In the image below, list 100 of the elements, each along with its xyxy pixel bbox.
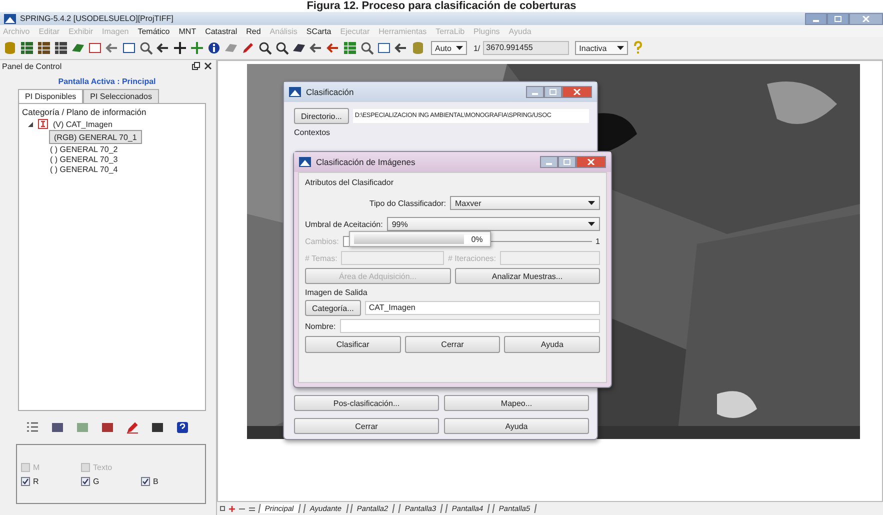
dropdown-arrow-icon (588, 222, 595, 226)
iterations-field[interactable] (500, 251, 600, 265)
classifier-label: Tipo do Classificador: (369, 198, 446, 208)
minimize-button[interactable] (805, 12, 827, 24)
panel-tab[interactable]: PI Disponibles (18, 89, 84, 103)
active-screen-label: Pantalla Activa : Principal (57, 77, 157, 86)
maximize-icon (563, 159, 571, 165)
classifier-dropdown[interactable]: Maxver (450, 196, 600, 210)
close-button[interactable] (849, 12, 883, 24)
scale-label: 1/ (473, 44, 480, 52)
zoom-icon[interactable] (360, 41, 374, 55)
minus-icon[interactable] (239, 506, 245, 512)
close-icon[interactable] (204, 62, 212, 70)
channel-label: G (93, 476, 100, 486)
minimize-button[interactable] (540, 156, 558, 168)
zoom-mode-dropdown[interactable]: Auto (431, 41, 468, 55)
close-icon (573, 89, 581, 95)
close-button[interactable] (576, 156, 606, 168)
panel-tab[interactable]: PI Seleccionados (83, 89, 159, 103)
section-title: Imagen de Salida (305, 288, 368, 297)
close-icon (587, 159, 595, 165)
dropdown-arrow-icon (588, 201, 595, 205)
analyze-samples-button[interactable]: Analizar Muestras... (454, 268, 600, 284)
menu-item[interactable]: Temático (138, 26, 170, 36)
database-icon[interactable] (3, 41, 17, 55)
minimize-button[interactable] (526, 86, 544, 98)
maximize-button[interactable] (558, 156, 576, 168)
menu-item[interactable]: SCarta (306, 26, 332, 36)
window-title: SPRING-5.4.2 [USODELSUELO][ProjTIFF] (20, 14, 174, 23)
zoom-out-icon[interactable] (275, 41, 289, 55)
threshold-dropdown[interactable]: 99% (386, 217, 600, 231)
window-icon[interactable] (377, 41, 391, 55)
square-icon[interactable] (220, 506, 225, 511)
back-arrow-icon[interactable] (309, 41, 323, 55)
info-icon[interactable] (207, 41, 221, 55)
tree-item[interactable]: ( ) GENERAL 70_3 (49, 155, 119, 164)
channel-label: M (33, 462, 40, 472)
zoom-in-icon[interactable] (258, 41, 272, 55)
grid-icon[interactable] (54, 41, 68, 55)
directory-button[interactable]: Directorio... (294, 108, 349, 124)
expander-icon[interactable] (27, 120, 34, 128)
dropdown-arrow-icon (616, 46, 624, 50)
equals-icon[interactable] (249, 506, 255, 512)
name-field[interactable] (340, 319, 600, 333)
restore-button[interactable] (827, 12, 849, 24)
tree-item[interactable]: (V) CAT_Imagen (52, 120, 114, 128)
category-field[interactable]: CAT_Imagen (364, 301, 600, 315)
pencil-icon[interactable] (126, 421, 139, 434)
picture-frame-icon[interactable] (122, 41, 136, 55)
dialog-button[interactable]: Ayuda (444, 418, 589, 434)
dialog-button[interactable]: Cerrar (294, 418, 439, 434)
contexts-label: Contextos (294, 128, 332, 137)
list-icon[interactable] (26, 421, 39, 434)
search-icon[interactable] (139, 41, 153, 55)
status-dropdown[interactable]: Inactiva (575, 41, 628, 55)
channel-label: Texto (93, 462, 112, 472)
undo-arrow-icon[interactable] (326, 41, 340, 55)
dialog-button[interactable]: Pos-clasificación... (294, 395, 439, 411)
tree-header: Categoría / Plano de información (22, 107, 148, 117)
restore-icon (834, 16, 842, 22)
category-button[interactable]: Categoría... (305, 300, 361, 316)
app-icon (289, 87, 301, 97)
plus-icon[interactable] (173, 41, 187, 55)
changes-label: Cambios: (305, 236, 339, 246)
dialog-button[interactable]: Ayuda (504, 336, 600, 353)
progress-reading: 0% (464, 234, 490, 244)
dialog-button[interactable]: Cerrar (404, 336, 500, 353)
dialog-title: Clasificación de Imágenes (316, 157, 416, 167)
dropdown-arrow-icon (456, 46, 464, 50)
scale-field[interactable]: 3670.991455 (483, 41, 570, 55)
dialog-button[interactable]: Mapeo... (444, 395, 589, 411)
channel-label: B (153, 476, 158, 486)
themes-label: # Temas: (305, 254, 338, 262)
checkbox[interactable] (81, 476, 90, 486)
slider-max-label: 1 (596, 236, 600, 246)
pencil-icon[interactable] (241, 41, 255, 55)
themes-field[interactable] (341, 251, 444, 265)
tree-item[interactable]: ( ) GENERAL 70_4 (49, 165, 119, 174)
float-icon[interactable] (192, 62, 200, 70)
close-button[interactable] (562, 86, 592, 98)
tree-item[interactable]: (RGB) GENERAL 70_1 (49, 130, 142, 144)
name-label: Nombre: (305, 322, 336, 330)
checkbox[interactable] (141, 476, 150, 486)
move-icon[interactable] (190, 41, 204, 55)
dialog-button[interactable]: Clasificar (305, 336, 401, 353)
help-icon[interactable] (176, 421, 189, 434)
iterations-label: # Iteraciones: (448, 254, 496, 262)
frame-icon[interactable] (88, 41, 102, 55)
shape-icon[interactable] (71, 41, 85, 55)
checkbox[interactable] (21, 476, 30, 486)
menu-item[interactable]: Catastral (205, 26, 238, 36)
app-icon (299, 157, 311, 167)
maximize-button[interactable] (544, 86, 562, 98)
channel-label: R (33, 476, 39, 486)
panel-title: Panel de Control (2, 62, 62, 70)
maximize-icon (549, 89, 557, 95)
menu-item[interactable]: MNT (178, 26, 196, 36)
figure-caption: Figura 12. Proceso para clasificación de coberturas (0, 0, 883, 12)
tree-item[interactable]: ( ) GENERAL 70_2 (49, 145, 119, 154)
menu-item[interactable]: Red (246, 26, 261, 36)
